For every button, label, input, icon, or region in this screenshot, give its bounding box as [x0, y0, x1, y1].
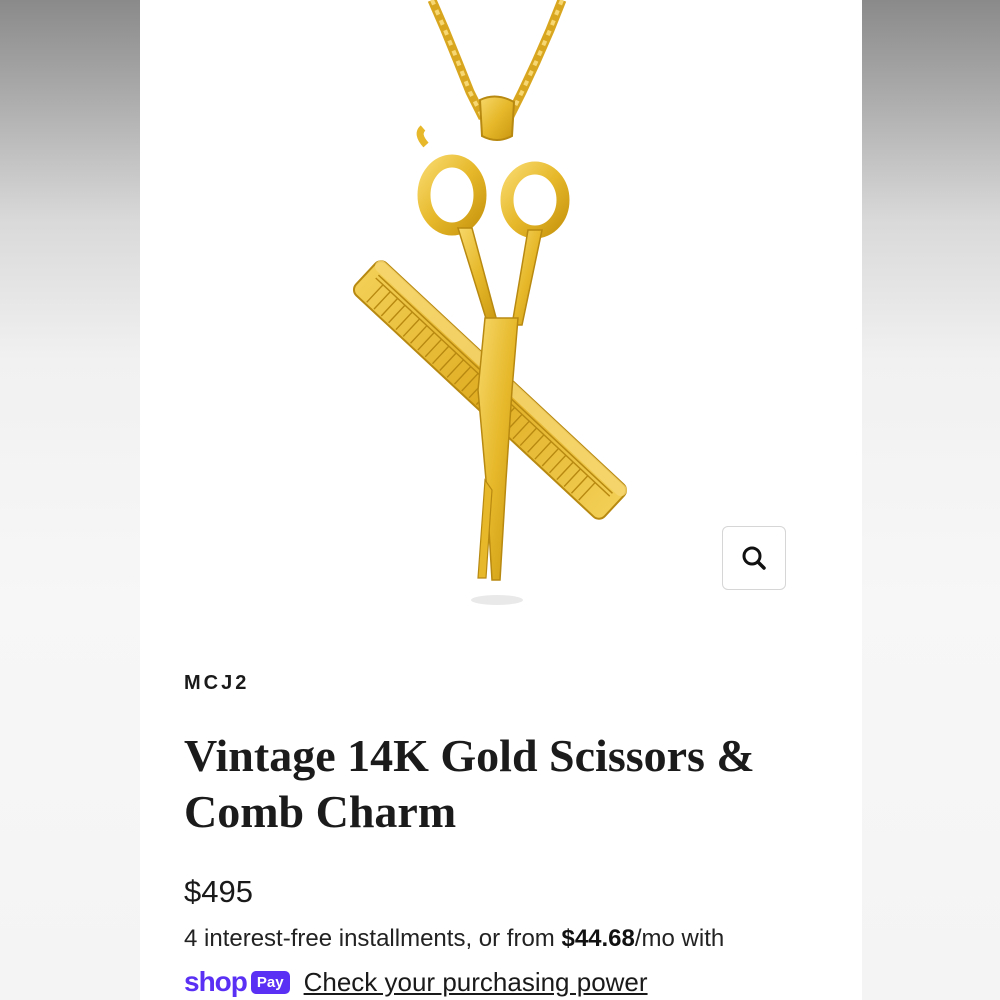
product-price: $495 [184, 874, 253, 909]
shop-pay-badge: Pay [250, 970, 290, 994]
installments-suffix: /mo with [634, 925, 725, 952]
product-panel: MCJ2 Vintage 14K Gold Scissors & Comb Ch… [140, 0, 862, 1000]
installments-prefix: 4 interest-free installments, or from [184, 925, 562, 952]
product-title: Vintage 14K Gold Scissors & Comb Charm [184, 730, 755, 837]
check-purchasing-power-link[interactable]: Check your purchasing power [304, 967, 648, 998]
installment-amount: $44.68 [561, 925, 635, 952]
search-icon [742, 546, 766, 570]
left-backdrop [0, 0, 140, 1000]
shop-pay-row: shop Pay Check your purchasing power [184, 962, 648, 1000]
bail [478, 95, 516, 141]
zoom-button[interactable] [722, 526, 786, 590]
installments-text: 4 interest-free installments, or from $4… [184, 925, 724, 953]
shop-pay-logo: shop [184, 966, 248, 997]
right-backdrop [862, 0, 1000, 1000]
product-vendor: MCJ2 [184, 672, 250, 694]
